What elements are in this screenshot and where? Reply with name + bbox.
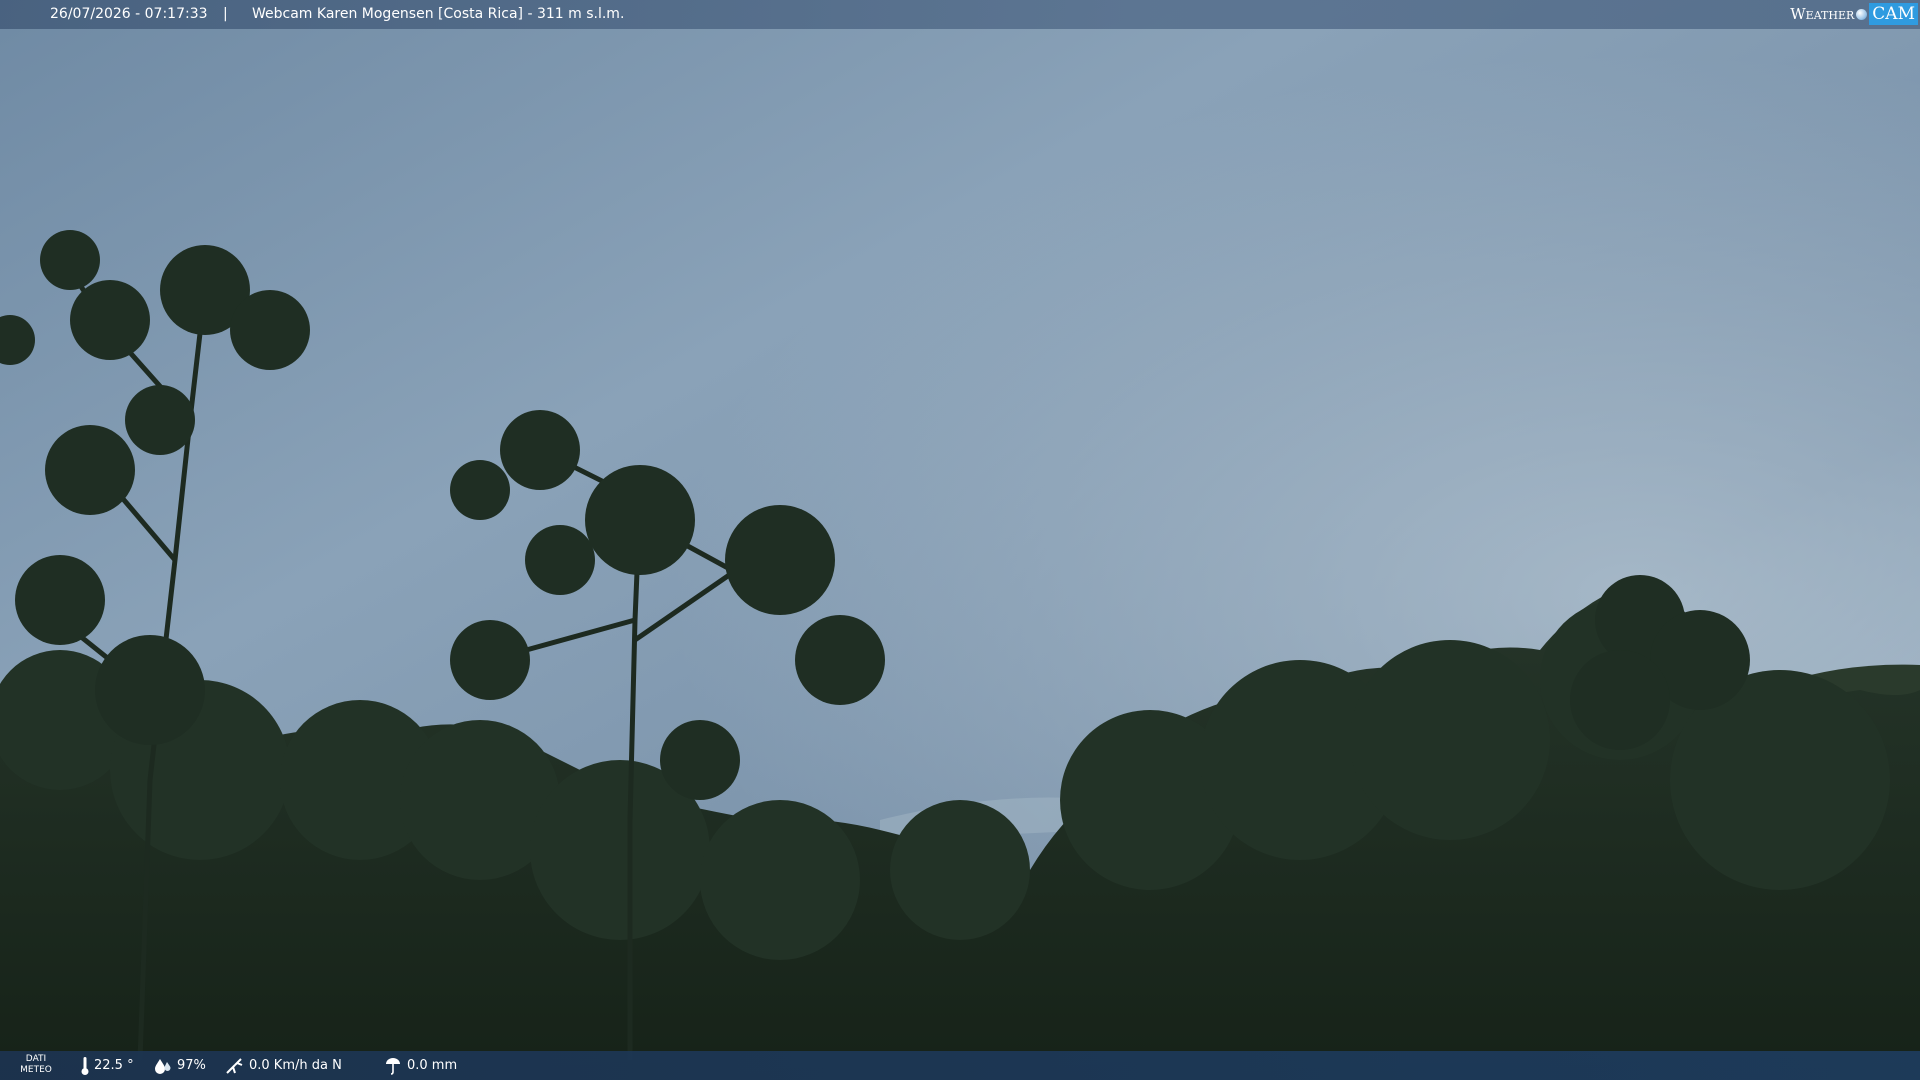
temperature-value: 22.5 ° (94, 1058, 134, 1073)
rain-icon (386, 1057, 400, 1075)
humidity-reading: 97% (153, 1051, 206, 1080)
webcam-image (0, 0, 1920, 1080)
logo-weather-text: Weather (1790, 4, 1855, 23)
rain-value: 0.0 mm (407, 1058, 458, 1073)
wind-value: 0.0 Km/h da N (249, 1058, 342, 1073)
logo-cam-text: CAM (1869, 3, 1918, 25)
header-separator: | (223, 6, 228, 22)
logo-globe-icon (1856, 8, 1868, 20)
webcam-title: Webcam Karen Mogensen [Costa Rica] - 311… (252, 6, 625, 22)
meteo-label: DATI METEO (20, 1054, 52, 1075)
webcam-frame: 26/07/2026 - 07:17:33 | Webcam Karen Mog… (0, 0, 1920, 1080)
thermometer-icon (81, 1056, 89, 1075)
meteo-data-bar: DATI METEO 22.5 ° 97% 0.0 Km/h da N 0.0 … (0, 1051, 1920, 1080)
timestamp: 26/07/2026 - 07:17:33 (50, 6, 208, 22)
wind-icon (226, 1057, 243, 1074)
humidity-value: 97% (177, 1058, 206, 1073)
wind-reading: 0.0 Km/h da N (225, 1051, 342, 1080)
top-info-bar: 26/07/2026 - 07:17:33 | Webcam Karen Mog… (0, 0, 1920, 29)
weathercam-logo[interactable]: Weather CAM (1790, 3, 1918, 25)
rain-reading: 0.0 mm (383, 1051, 457, 1080)
humidity-icon (155, 1058, 171, 1074)
temperature-reading: 22.5 ° (80, 1051, 134, 1080)
